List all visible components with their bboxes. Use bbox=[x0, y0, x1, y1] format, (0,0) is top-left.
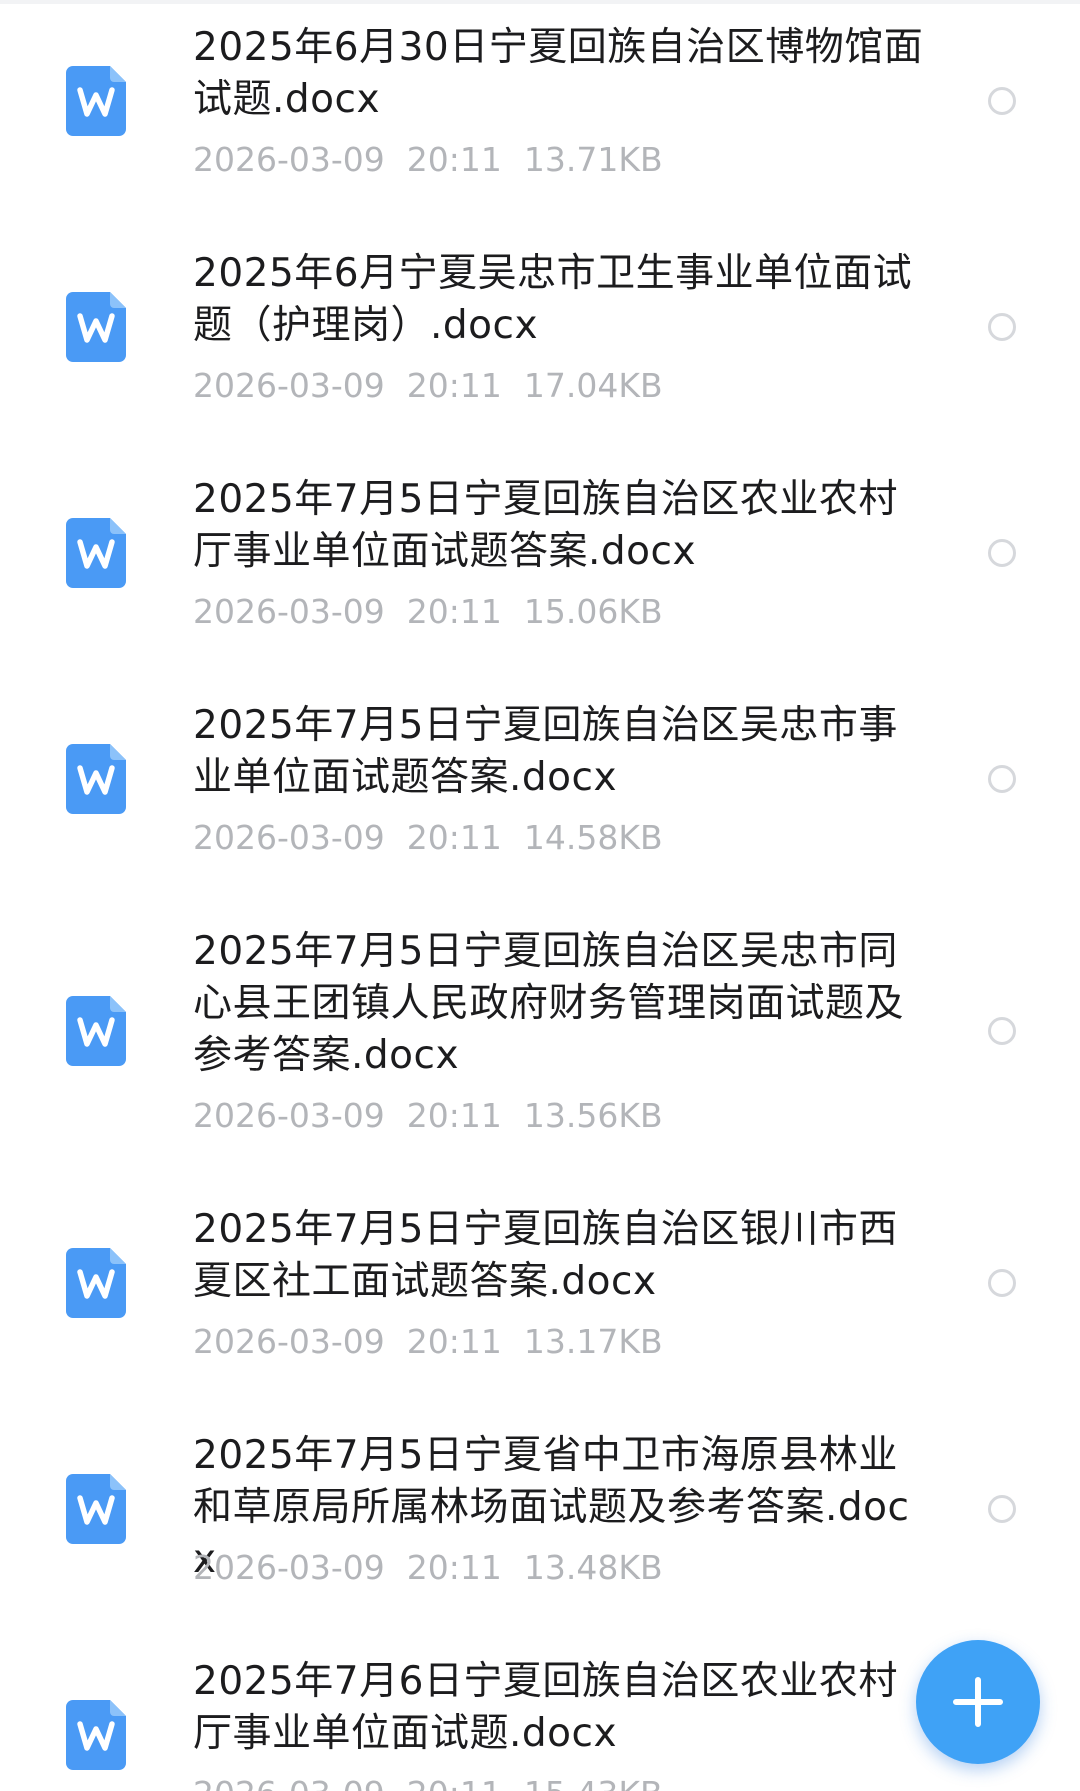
file-row[interactable]: 2025年7月5日宁夏回族自治区吴忠市事业单位面试题答案.docx 2026-0… bbox=[0, 678, 1080, 904]
file-meta: 2026-03-09 20:11 17.04KB bbox=[193, 366, 685, 406]
word-doc-icon bbox=[66, 1700, 126, 1770]
select-radio[interactable] bbox=[988, 539, 1016, 567]
file-name: 2025年7月5日宁夏回族自治区吴忠市同心县王团镇人民政府财务管理岗面试题及参考… bbox=[193, 929, 905, 1078]
file-time: 20:11 bbox=[407, 1774, 502, 1791]
file-date: 2026-03-09 bbox=[193, 1548, 385, 1587]
word-doc-icon bbox=[66, 518, 126, 588]
file-date: 2026-03-09 bbox=[193, 140, 385, 179]
add-button[interactable] bbox=[916, 1640, 1040, 1764]
file-time: 20:11 bbox=[406, 1322, 502, 1361]
file-time: 20:11 bbox=[406, 366, 502, 405]
file-meta: 2026-03-09 20:11 14.58KB bbox=[193, 818, 685, 858]
file-size: 14.58KB bbox=[523, 818, 663, 857]
file-date: 2026-03-09 bbox=[193, 1322, 385, 1361]
file-list: 2025年6月30日宁夏回族自治区博物馆面试题.docx 2026-03-09 2… bbox=[0, 0, 1080, 1791]
plus-icon bbox=[953, 1677, 1003, 1727]
file-size: 13.71KB bbox=[523, 140, 663, 179]
word-doc-icon bbox=[66, 1248, 126, 1318]
file-row[interactable]: 2025年6月30日宁夏回族自治区博物馆面试题.docx 2026-03-09 2… bbox=[0, 0, 1080, 226]
file-name: 2025年7月5日宁夏回族自治区吴忠市事业单位面试题答案.docx bbox=[193, 703, 898, 800]
file-size: 13.17KB bbox=[523, 1322, 663, 1361]
word-doc-icon bbox=[66, 996, 126, 1066]
file-meta: 2026-03-09 20:11 13.48KB bbox=[193, 1548, 685, 1588]
file-time: 20:11 bbox=[406, 818, 502, 857]
file-size: 15.06KB bbox=[523, 592, 663, 631]
file-row[interactable]: 2025年7月5日宁夏回族自治区银川市西夏区社工面试题答案.docx 2026-… bbox=[0, 1182, 1080, 1408]
file-meta: 2026-03-09 20:11 15.43KB bbox=[193, 1774, 685, 1791]
file-row[interactable]: 2025年6月宁夏吴忠市卫生事业单位面试题（护理岗）.docx 2026-03-… bbox=[0, 226, 1080, 452]
file-row[interactable]: 2025年7月5日宁夏回族自治区农业农村厅事业单位面试题答案.docx 2026… bbox=[0, 452, 1080, 678]
word-doc-icon bbox=[66, 744, 126, 814]
file-name: 2025年7月5日宁夏回族自治区银川市西夏区社工面试题答案.docx bbox=[193, 1207, 898, 1304]
file-date: 2026-03-09 bbox=[193, 366, 385, 405]
file-meta: 2026-03-09 20:11 13.56KB bbox=[193, 1096, 685, 1136]
select-radio[interactable] bbox=[988, 1017, 1016, 1045]
file-row[interactable]: 2025年7月5日宁夏回族自治区吴忠市同心县王团镇人民政府财务管理岗面试题及参考… bbox=[0, 904, 1080, 1182]
file-size: 13.48KB bbox=[523, 1548, 663, 1587]
file-date: 2026-03-09 bbox=[193, 1096, 385, 1135]
file-size: 15.43KB bbox=[524, 1774, 663, 1791]
word-doc-icon bbox=[66, 66, 126, 136]
file-meta: 2026-03-09 20:11 13.71KB bbox=[193, 140, 685, 180]
file-time: 20:11 bbox=[406, 1096, 502, 1135]
select-radio[interactable] bbox=[988, 1269, 1016, 1297]
file-time: 20:11 bbox=[406, 140, 502, 179]
file-date: 2026-03-09 bbox=[193, 818, 385, 857]
file-size: 13.56KB bbox=[523, 1096, 663, 1135]
select-radio[interactable] bbox=[988, 313, 1016, 341]
file-time: 20:11 bbox=[406, 592, 502, 631]
select-radio[interactable] bbox=[988, 1495, 1016, 1523]
word-doc-icon bbox=[66, 292, 126, 362]
file-name: 2025年6月宁夏吴忠市卫生事业单位面试题（护理岗）.docx bbox=[193, 251, 913, 348]
file-size: 17.04KB bbox=[523, 366, 663, 405]
select-radio[interactable] bbox=[988, 765, 1016, 793]
file-meta: 2026-03-09 20:11 13.17KB bbox=[193, 1322, 685, 1362]
file-name: 2025年7月6日宁夏回族自治区农业农村厅事业单位面试题.docx bbox=[193, 1659, 898, 1756]
select-radio[interactable] bbox=[988, 87, 1016, 115]
file-name: 2025年7月5日宁夏回族自治区农业农村厅事业单位面试题答案.docx bbox=[193, 477, 898, 574]
file-date: 2026-03-09 bbox=[193, 1774, 385, 1791]
file-date: 2026-03-09 bbox=[193, 592, 385, 631]
file-name: 2025年6月30日宁夏回族自治区博物馆面试题.docx bbox=[193, 25, 924, 122]
file-row[interactable]: 2025年7月5日宁夏省中卫市海原县林业和草原局所属林场面试题及参考答案.doc… bbox=[0, 1408, 1080, 1634]
file-time: 20:11 bbox=[406, 1548, 502, 1587]
word-doc-icon bbox=[66, 1474, 126, 1544]
file-meta: 2026-03-09 20:11 15.06KB bbox=[193, 592, 685, 632]
